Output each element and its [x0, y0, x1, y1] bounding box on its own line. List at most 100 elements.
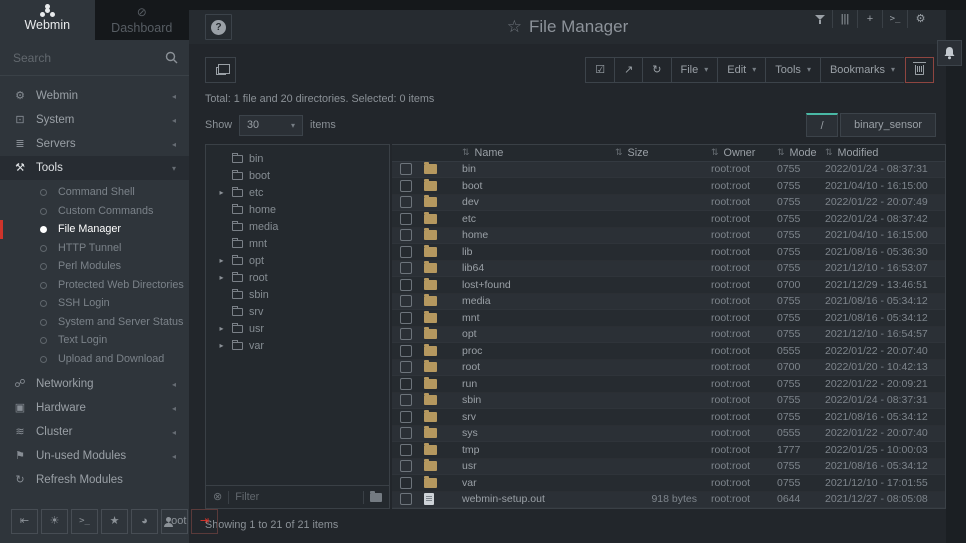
menu-file-button[interactable]: File▾ — [671, 57, 718, 83]
notifications-button[interactable] — [937, 40, 962, 66]
tree-item-etc[interactable]: ▸etc — [206, 184, 389, 201]
sidebar-item-command-shell[interactable]: Command Shell — [0, 183, 189, 202]
row-checkbox[interactable] — [400, 180, 412, 192]
file-name[interactable]: run — [462, 378, 477, 390]
expand-caret-icon[interactable]: ▸ — [217, 325, 226, 333]
row-checkbox[interactable] — [400, 279, 412, 291]
table-row-root[interactable]: rootroot:root07002022/01/20 - 10:42:13 — [392, 360, 945, 377]
row-checkbox[interactable] — [400, 493, 412, 505]
row-checkbox[interactable] — [400, 312, 412, 324]
delete-button[interactable] — [905, 57, 934, 83]
items-per-page-select[interactable]: 30 ▾ — [239, 115, 303, 136]
tree-item-sbin[interactable]: sbin — [206, 286, 389, 303]
sidebar-item-text-login[interactable]: Text Login — [0, 331, 189, 350]
sidebar-item-file-manager[interactable]: File Manager — [0, 220, 189, 239]
file-name[interactable]: mnt — [462, 312, 480, 324]
column-header-name[interactable]: ⇅Name — [450, 145, 615, 161]
sidebar-item-system-and-server-status[interactable]: System and Server Status — [0, 313, 189, 332]
file-name[interactable]: opt — [462, 328, 477, 340]
expand-caret-icon[interactable]: ▸ — [217, 274, 226, 282]
table-row-sys[interactable]: sysroot:root05552022/01/22 - 20:07:40 — [392, 426, 945, 443]
sidebar-item-cluster[interactable]: ≋Cluster◂ — [0, 420, 189, 444]
expand-caret-icon[interactable]: ▸ — [217, 257, 226, 265]
file-name[interactable]: lib — [462, 246, 473, 258]
table-row-lost-found[interactable]: lost+foundroot:root07002021/12/29 - 13:4… — [392, 277, 945, 294]
sidebar-item-upload-and-download[interactable]: Upload and Download — [0, 350, 189, 369]
row-checkbox[interactable] — [400, 213, 412, 225]
row-checkbox[interactable] — [400, 345, 412, 357]
file-name[interactable]: home — [462, 229, 488, 241]
file-name[interactable]: lost+found — [462, 279, 511, 291]
row-checkbox[interactable] — [400, 196, 412, 208]
sidebar-item-tools[interactable]: ⚒Tools▾ — [0, 156, 189, 180]
menu-bookmarks-button[interactable]: Bookmarks▾ — [820, 57, 904, 83]
sidebar-item-hardware[interactable]: ▣Hardware◂ — [0, 396, 189, 420]
column-header-mode[interactable]: ⇅Mode — [777, 145, 825, 161]
file-name[interactable]: media — [462, 295, 491, 307]
tree-item-mnt[interactable]: mnt — [206, 235, 389, 252]
table-row-tmp[interactable]: tmproot:root17772022/01/25 - 10:00:03 — [392, 442, 945, 459]
sidebar-item-protected-web-directories[interactable]: Protected Web Directories — [0, 276, 189, 295]
sidebar-item-http-tunnel[interactable]: HTTP Tunnel — [0, 239, 189, 258]
file-name[interactable]: sys — [462, 427, 478, 439]
share-button[interactable]: ↗ — [614, 57, 642, 83]
column-header-size[interactable]: ⇅Size — [615, 145, 711, 161]
sidebar-item-perl-modules[interactable]: Perl Modules — [0, 257, 189, 276]
favorites-button[interactable]: ★ — [101, 509, 128, 534]
sidebar-item-un-used-modules[interactable]: ⚑Un-used Modules◂ — [0, 444, 189, 468]
row-checkbox[interactable] — [400, 295, 412, 307]
row-checkbox[interactable] — [400, 394, 412, 406]
tree-filter-input[interactable] — [235, 491, 357, 503]
expand-caret-icon[interactable]: ▸ — [217, 342, 226, 350]
menu-edit-button[interactable]: Edit▾ — [717, 57, 765, 83]
table-row-boot[interactable]: bootroot:root07552021/04/10 - 16:15:00 — [392, 178, 945, 195]
column-header-owner[interactable]: ⇅Owner — [711, 145, 777, 161]
sidebar-item-custom-commands[interactable]: Custom Commands — [0, 202, 189, 221]
refresh-button[interactable]: ↻ — [642, 57, 670, 83]
filter-button[interactable] — [808, 10, 833, 28]
file-name[interactable]: webmin-setup.out — [462, 493, 545, 505]
table-row-media[interactable]: mediaroot:root07552021/08/16 - 05:34:12 — [392, 294, 945, 311]
collapse-sidebar-button[interactable]: ⇤ — [11, 509, 38, 534]
select-all-button[interactable]: ☑ — [585, 57, 614, 83]
tree-item-opt[interactable]: ▸opt — [206, 252, 389, 269]
sidebar-item-servers[interactable]: ≣Servers◂ — [0, 132, 189, 156]
row-checkbox[interactable] — [400, 262, 412, 274]
breadcrumb-root[interactable]: / — [806, 113, 838, 137]
tree-item-var[interactable]: ▸var — [206, 337, 389, 354]
row-checkbox[interactable] — [400, 246, 412, 258]
table-row-dev[interactable]: devroot:root07552022/01/22 - 20:07:49 — [392, 195, 945, 212]
tree-item-usr[interactable]: ▸usr — [206, 320, 389, 337]
row-checkbox[interactable] — [400, 427, 412, 439]
row-checkbox[interactable] — [400, 163, 412, 175]
shell-button[interactable]: >_ — [883, 10, 908, 28]
tree-item-boot[interactable]: boot — [206, 167, 389, 184]
file-name[interactable]: bin — [462, 163, 476, 175]
tree-item-home[interactable]: home — [206, 201, 389, 218]
table-row-lib64[interactable]: lib64root:root07552021/12/10 - 16:53:07 — [392, 261, 945, 278]
sidebar-item-refresh-modules[interactable]: ↻Refresh Modules — [0, 468, 189, 492]
menu-tools-button[interactable]: Tools▾ — [765, 57, 820, 83]
row-checkbox[interactable] — [400, 361, 412, 373]
table-row-var[interactable]: varroot:root07552021/12/10 - 17:01:55 — [392, 475, 945, 492]
language-button[interactable]: ◕ — [131, 509, 158, 534]
table-row-opt[interactable]: optroot:root07552021/12/10 - 16:54:57 — [392, 327, 945, 344]
tree-item-root[interactable]: ▸root — [206, 269, 389, 286]
file-name[interactable]: dev — [462, 196, 479, 208]
breadcrumb-current[interactable]: binary_sensor — [840, 113, 936, 137]
terminal-button[interactable]: >_ — [71, 509, 98, 534]
table-row-webmin-setup-out[interactable]: webmin-setup.out918 bytesroot:root064420… — [392, 492, 945, 509]
row-checkbox[interactable] — [400, 477, 412, 489]
table-row-proc[interactable]: procroot:root05552022/01/22 - 20:07:40 — [392, 343, 945, 360]
table-row-sbin[interactable]: sbinroot:root07552022/01/24 - 08:37:31 — [392, 393, 945, 410]
row-checkbox[interactable] — [400, 460, 412, 472]
file-name[interactable]: boot — [462, 180, 482, 192]
file-name[interactable]: var — [462, 477, 477, 489]
file-name[interactable]: sbin — [462, 394, 481, 406]
expand-caret-icon[interactable]: ▸ — [217, 189, 226, 197]
table-row-bin[interactable]: binroot:root07552022/01/24 - 08:37:31 — [392, 162, 945, 179]
sidebar-item-system[interactable]: ⊡System◂ — [0, 108, 189, 132]
logout-button[interactable]: ⇥ — [191, 509, 218, 534]
table-row-lib[interactable]: libroot:root07552021/08/16 - 05:36:30 — [392, 244, 945, 261]
table-row-etc[interactable]: etcroot:root07552022/01/24 - 08:37:42 — [392, 211, 945, 228]
